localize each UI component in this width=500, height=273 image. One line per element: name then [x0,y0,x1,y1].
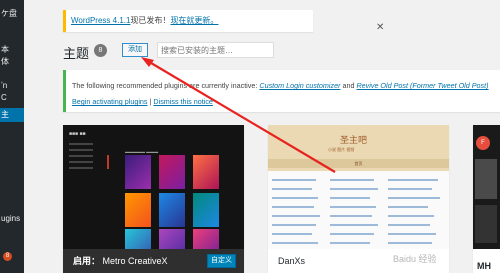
metro-menu-line [69,149,93,151]
danxs-list-row [330,215,372,217]
arrow-head [141,57,154,67]
danxs-list-row [388,197,440,199]
theme-screenshot-metro[interactable]: ■■■ ■■ ▬▬▬▬▬ ▬▬▬ [63,125,244,249]
sidebar-item-appearance[interactable]: 主 [0,108,24,122]
mh-image-block [475,205,497,243]
danxs-list-row [388,188,432,190]
add-new-theme-button[interactable]: 添加 [122,43,148,57]
metro-tile [193,229,219,249]
danxs-list-row [330,242,370,244]
notice-separator: | [149,97,152,106]
mh-image-block [475,159,497,199]
danxs-list-row [272,206,314,208]
metro-tile [125,155,151,189]
metro-tile [159,193,185,227]
danxs-list-row [330,233,374,235]
danxs-list-row [388,206,428,208]
danxs-list-row [330,206,376,208]
danxs-list-row [330,197,370,199]
sidebar-item-pages[interactable]: 体 [0,56,24,68]
theme-screenshot-mh[interactable]: F [473,125,500,249]
danxs-list-row [388,215,434,217]
metro-tile [159,155,185,189]
notice-actions: Begin activating plugins | Dismiss this … [72,97,213,106]
theme-count-badge: 8 [94,44,107,57]
custom-login-customizer-link[interactable]: Custom Login customizer [259,81,340,90]
theme-name: MH [477,261,491,271]
wordpress-version-link[interactable]: WordPress 4.1.1 [71,16,130,25]
update-now-link[interactable]: 现在就更新。 [170,16,218,25]
danxs-list-row [272,188,312,190]
baidu-watermark: Baidu 经验 [393,254,437,264]
danxs-list-row [272,197,318,199]
metro-tile [193,193,219,227]
theme-name: Metro CreativeX [102,256,168,266]
plugin-recommendation-notice: The following recommended plugins are cu… [63,70,500,112]
close-icon[interactable]: ✕ [376,22,384,33]
sidebar-item-dashboard[interactable]: ケ盘 [0,8,24,20]
metro-tile [125,193,151,227]
danxs-logo: 圣主吧 [340,136,368,146]
danxs-list-row [272,224,316,226]
sidebar-item-posts[interactable] [0,26,24,38]
metro-menu-line [69,167,93,169]
theme-card-active[interactable]: ■■■ ■■ ▬▬▬▬▬ ▬▬▬ 启用： Metro CreativeX 自定义 [63,125,244,273]
danxs-nav: 首页 [268,159,449,168]
theme-screenshot-danxs[interactable]: 圣主吧 小说 图片 视频 首页 [268,125,449,249]
update-nag: WordPress 4.1.1现已发布！现在就更新。 [63,10,313,32]
theme-card-danxs[interactable]: 圣主吧 小说 图片 视频 首页 DanXs [268,125,449,273]
notice-joiner-text: and [342,81,355,90]
sidebar-item-comments[interactable] [0,68,24,80]
metro-menu-line [69,143,93,145]
danxs-list-row [388,233,436,235]
customize-button[interactable]: 自定义 [207,254,236,268]
danxs-list-row [330,224,378,226]
danxs-list-row [272,233,312,235]
danxs-subtitle: 小说 图片 视频 [328,147,355,152]
mh-logo-icon: F [476,136,490,150]
revive-old-post-link[interactable]: Revive Old Post (Former Tweet Old Post) [356,81,488,90]
sidebar-item-feedback[interactable]: ʼn [0,80,24,92]
theme-name: DanXs [278,256,306,266]
dismiss-notice-link[interactable]: Dismiss this notice [153,97,213,106]
notice-lead-text: The following recommended plugins are cu… [72,81,258,90]
update-nag-text: 现已发布！ [130,16,171,25]
metro-accent-bar [107,155,109,169]
danxs-list-row [388,242,432,244]
metro-tile [193,155,219,189]
danxs-list-row [272,179,316,181]
danxs-list-row [388,224,430,226]
active-prefix: 启用： [73,256,101,266]
begin-activating-plugins-link[interactable]: Begin activating plugins [72,97,148,106]
danxs-list-row [388,179,438,181]
danxs-list-row [330,188,378,190]
sidebar-item-media[interactable]: 本 [0,44,24,56]
metro-tile [159,229,185,249]
metro-logo: ■■■ ■■ [69,131,86,137]
update-count-badge: 8 [3,252,12,261]
danxs-header: 圣主吧 小说 图片 视频 首页 [268,125,449,171]
admin-sidebar: ケ盘 本 体 ʼn C 主 ugins 8 [0,0,24,273]
metro-menu-line [69,155,93,157]
metro-tile [125,229,151,249]
notice-line: The following recommended plugins are cu… [72,81,489,90]
sidebar-item-spacer [0,140,24,152]
theme-name-bar-active: 启用： Metro CreativeX 自定义 [63,249,244,273]
danxs-list-row [272,215,320,217]
theme-search-input[interactable] [157,42,274,58]
theme-card-mh[interactable]: F MH [473,125,500,273]
page-title: 主题 [63,46,90,61]
sidebar-item-plugins[interactable]: ugins [0,213,24,225]
metro-menu-line [69,161,93,163]
danxs-list-row [330,179,374,181]
metro-heading: ▬▬▬▬▬ ▬▬▬ [125,149,159,154]
danxs-list-row [272,242,318,244]
